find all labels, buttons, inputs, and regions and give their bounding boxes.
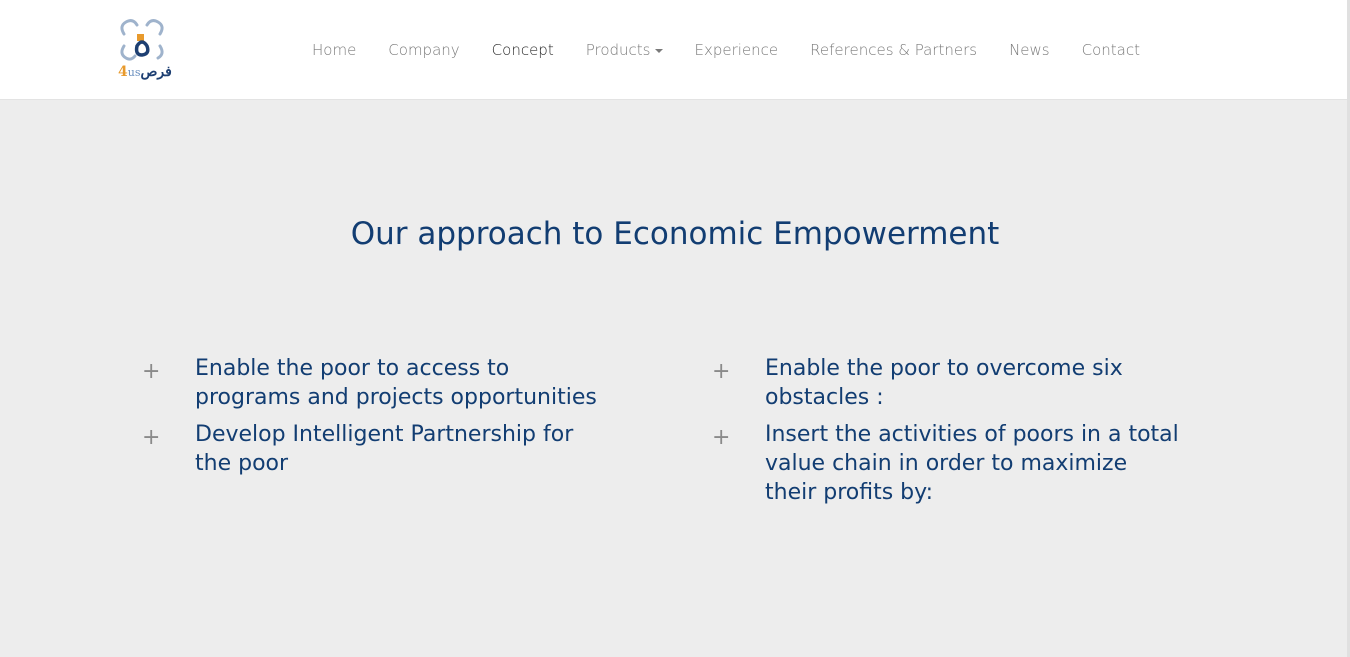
list-item[interactable]: + Insert the activities of poors in a to… bbox=[710, 420, 1180, 507]
list-item-text: Enable the poor to access to programs an… bbox=[195, 356, 597, 410]
caret-down-icon bbox=[654, 48, 663, 53]
list-item[interactable]: + Enable the poor to access to programs … bbox=[140, 354, 610, 412]
approach-list-right: + Enable the poor to overcome six obstac… bbox=[710, 354, 1180, 515]
nav-news[interactable]: News bbox=[993, 38, 1066, 62]
approach-list-left: + Enable the poor to access to programs … bbox=[140, 354, 610, 486]
list-item-text: Enable the poor to overcome six obstacle… bbox=[765, 356, 1123, 410]
logo-mark-icon bbox=[120, 19, 164, 61]
nav-home[interactable]: Home bbox=[296, 38, 372, 62]
plus-icon[interactable]: + bbox=[710, 354, 765, 390]
logo-arabic: فرص bbox=[140, 64, 172, 80]
nav-concept[interactable]: Concept bbox=[476, 38, 570, 62]
logo-latin: us bbox=[127, 66, 141, 79]
logo-wordmark: 4usفرص bbox=[118, 64, 172, 81]
nav-contact[interactable]: Contact bbox=[1066, 38, 1156, 62]
list-item[interactable]: + Develop Intelligent Partnership for th… bbox=[140, 420, 610, 478]
plus-icon[interactable]: + bbox=[140, 420, 195, 456]
main-nav: Home Company Concept Products Experience… bbox=[296, 38, 1156, 62]
nav-products-label: Products bbox=[585, 41, 651, 59]
section-title: Our approach to Economic Empowerment bbox=[350, 216, 1000, 252]
nav-experience[interactable]: Experience bbox=[679, 38, 795, 62]
list-item-text: Develop Intelligent Partnership for the … bbox=[195, 422, 574, 476]
navbar: 4usفرص Home Company Concept Products Exp… bbox=[0, 0, 1350, 99]
logo-number: 4 bbox=[118, 64, 128, 80]
nav-references-partners[interactable]: References & Partners bbox=[794, 38, 993, 62]
foras-logo[interactable]: 4usفرص bbox=[116, 16, 172, 82]
nav-company[interactable]: Company bbox=[372, 38, 475, 62]
nav-products[interactable]: Products bbox=[570, 38, 679, 62]
list-item-text: Insert the activities of poors in a tota… bbox=[765, 422, 1179, 505]
plus-icon[interactable]: + bbox=[140, 354, 195, 390]
list-item[interactable]: + Enable the poor to overcome six obstac… bbox=[710, 354, 1180, 412]
plus-icon[interactable]: + bbox=[710, 420, 765, 456]
